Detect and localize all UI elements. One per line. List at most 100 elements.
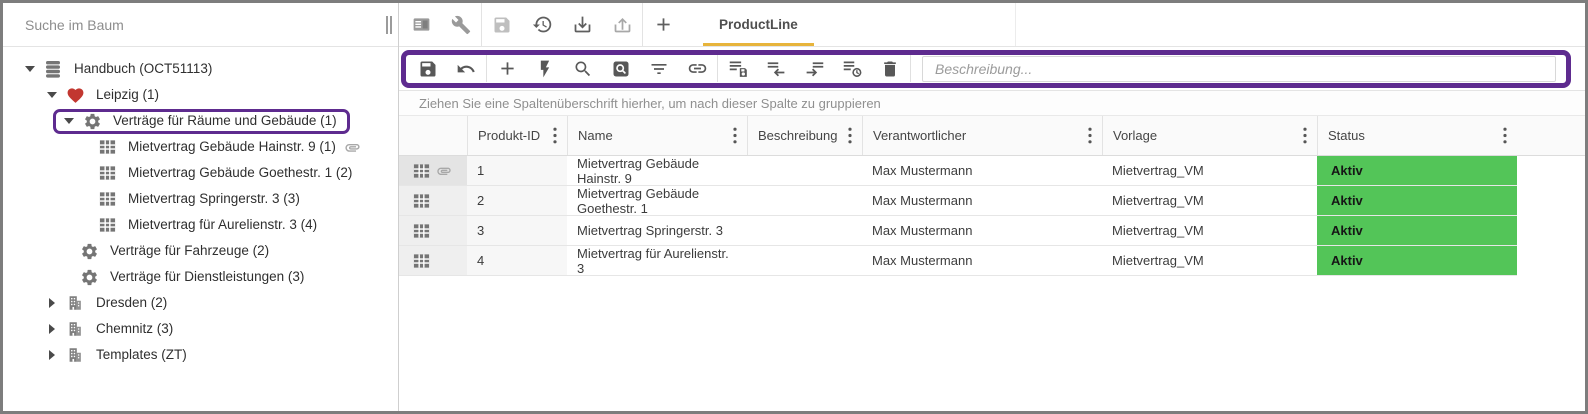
save-icon[interactable]: [409, 55, 447, 82]
grid-table-icon: [95, 138, 119, 156]
row-icon-cell[interactable]: [399, 246, 467, 275]
wrench-icon[interactable]: [441, 3, 481, 47]
row-icon-cell[interactable]: [399, 186, 467, 215]
cell-name: Mietvertrag Gebäude Goethestr. 1: [567, 186, 747, 215]
column-header-vorlage[interactable]: Vorlage: [1102, 116, 1317, 155]
indent-icon[interactable]: [795, 55, 833, 82]
cell-vorlage: Mietvertrag_VM: [1102, 156, 1317, 185]
grid-table-icon: [412, 252, 431, 270]
table-row[interactable]: 3 Mietvertrag Springerstr. 3 Max Musterm…: [399, 216, 1517, 246]
column-header-name[interactable]: Name: [567, 116, 747, 155]
panel-resize-handle[interactable]: [386, 16, 392, 34]
row-icon-column-header: [399, 116, 467, 155]
app-window: Handbuch (OCT51113) Leipzig (1) Verträge…: [0, 0, 1588, 414]
cell-name: Mietvertrag Springerstr. 3: [567, 216, 747, 245]
column-menu-icon[interactable]: [1497, 127, 1507, 144]
navigation-tree: Handbuch (OCT51113) Leipzig (1) Verträge…: [3, 47, 398, 368]
table-row[interactable]: 4 Mietvertrag für Aurelienstr. 3 Max Mus…: [399, 246, 1517, 276]
save-icon[interactable]: [482, 3, 522, 47]
sidebar-item-vertraege-fahrzeuge[interactable]: Verträge für Fahrzeuge (2): [3, 238, 398, 264]
column-header-status[interactable]: Status: [1317, 116, 1517, 155]
tree-search-input[interactable]: [3, 3, 398, 46]
grid-table-icon: [95, 216, 119, 234]
description-search-input[interactable]: [922, 56, 1556, 82]
column-header-beschreibung[interactable]: Beschreibung: [747, 116, 862, 155]
cell-verantwortlicher: Max Mustermann: [862, 246, 1102, 275]
header-filler: [1517, 116, 1585, 155]
column-menu-icon[interactable]: [1082, 127, 1092, 144]
column-header-produkt-id[interactable]: Produkt-ID: [467, 116, 567, 155]
cell-produkt-id: 2: [467, 186, 567, 215]
cell-verantwortlicher: Max Mustermann: [862, 186, 1102, 215]
table-row[interactable]: 1 Mietvertrag Gebäude Hainstr. 9 Max Mus…: [399, 156, 1517, 186]
sidebar-item-mietvertrag-goethestr[interactable]: Mietvertrag Gebäude Goethestr. 1 (2): [3, 160, 398, 186]
tab-productline[interactable]: ProductLine: [693, 3, 824, 47]
cell-verantwortlicher: Max Mustermann: [862, 216, 1102, 245]
tree-search-bar: [3, 3, 398, 47]
sidebar-item-mietvertrag-aurelienstr[interactable]: Mietvertrag für Aurelienstr. 3 (4): [3, 212, 398, 238]
sidebar-item-leipzig[interactable]: Leipzig (1): [3, 82, 398, 108]
undo-icon[interactable]: [447, 55, 485, 82]
download-icon[interactable]: [562, 3, 602, 47]
row-icon-cell[interactable]: [399, 216, 467, 245]
search-icon[interactable]: [564, 55, 602, 82]
status-badge: Aktiv: [1317, 216, 1517, 245]
column-menu-icon[interactable]: [1297, 127, 1307, 144]
link-icon[interactable]: [678, 55, 716, 82]
column-menu-icon[interactable]: [547, 127, 557, 144]
group-by-hint: Ziehen Sie eine Spaltenüberschrift hierh…: [419, 96, 881, 111]
tree-item-label: Verträge für Fahrzeuge (2): [110, 238, 269, 264]
history-icon[interactable]: [522, 3, 562, 47]
column-menu-icon[interactable]: [842, 127, 852, 144]
cell-produkt-id: 1: [467, 156, 567, 185]
active-tab-indicator: [703, 43, 814, 46]
tree-item-label: Handbuch (OCT51113): [74, 56, 212, 82]
delete-icon[interactable]: [871, 55, 909, 82]
tree-item-label: Verträge für Räume und Gebäude (1): [113, 108, 337, 134]
sidebar-item-handbuch[interactable]: Handbuch (OCT51113): [3, 56, 398, 82]
status-badge: Aktiv: [1317, 246, 1517, 275]
layout-panel-icon[interactable]: [401, 3, 441, 47]
column-menu-icon[interactable]: [727, 127, 737, 144]
chevron-right-icon[interactable]: [41, 324, 63, 334]
paperclip-icon: [344, 139, 361, 156]
chevron-down-icon[interactable]: [58, 118, 80, 124]
toolbar-divider: [910, 55, 911, 82]
flash-icon[interactable]: [526, 55, 564, 82]
sidebar-item-mietvertrag-hainstr[interactable]: Mietvertrag Gebäude Hainstr. 9 (1): [3, 134, 398, 160]
upload-icon[interactable]: [602, 3, 642, 47]
grid-table-icon: [95, 164, 119, 182]
chevron-right-icon[interactable]: [41, 350, 63, 360]
sidebar-item-vertraege-raeume-gebaeude[interactable]: Verträge für Räume und Gebäude (1): [3, 108, 398, 134]
unindent-icon[interactable]: [757, 55, 795, 82]
search-in-document-icon[interactable]: [602, 55, 640, 82]
sidebar-item-chemnitz[interactable]: Chemnitz (3): [3, 316, 398, 342]
add-tab-icon[interactable]: [643, 3, 683, 47]
sidebar-item-vertraege-dienstleistungen[interactable]: Verträge für Dienstleistungen (3): [3, 264, 398, 290]
grid-toolbar-highlight-box: [401, 50, 1571, 88]
filter-icon[interactable]: [640, 55, 678, 82]
cell-vorlage: Mietvertrag_VM: [1102, 216, 1317, 245]
table-header: Produkt-ID Name Beschreibung Verantwortl…: [399, 116, 1585, 156]
status-badge: Aktiv: [1317, 186, 1517, 215]
cell-name: Mietvertrag Gebäude Hainstr. 9: [567, 156, 747, 185]
tree-item-label: Mietvertrag Springerstr. 3 (3): [128, 186, 300, 212]
tree-item-label: Templates (ZT): [96, 342, 187, 368]
column-header-verantwortlicher[interactable]: Verantwortlicher: [862, 116, 1102, 155]
save-view-icon[interactable]: [719, 55, 757, 82]
row-icon-cell[interactable]: [399, 156, 467, 185]
chevron-down-icon[interactable]: [19, 66, 41, 72]
group-by-drop-zone[interactable]: Ziehen Sie eine Spaltenüberschrift hierh…: [399, 91, 1585, 116]
sidebar-item-mietvertrag-springerstr[interactable]: Mietvertrag Springerstr. 3 (3): [3, 186, 398, 212]
add-row-icon[interactable]: [488, 55, 526, 82]
top-toolbar: ProductLine: [399, 3, 1585, 47]
grid-table-icon: [412, 222, 431, 240]
sidebar-item-dresden[interactable]: Dresden (2): [3, 290, 398, 316]
chevron-down-icon[interactable]: [41, 92, 63, 98]
chevron-right-icon[interactable]: [41, 298, 63, 308]
gear-icon: [80, 112, 104, 131]
row-history-icon[interactable]: [833, 55, 871, 82]
sidebar-item-templates[interactable]: Templates (ZT): [3, 342, 398, 368]
table-row[interactable]: 2 Mietvertrag Gebäude Goethestr. 1 Max M…: [399, 186, 1517, 216]
tree-item-label: Mietvertrag Gebäude Goethestr. 1 (2): [128, 160, 352, 186]
